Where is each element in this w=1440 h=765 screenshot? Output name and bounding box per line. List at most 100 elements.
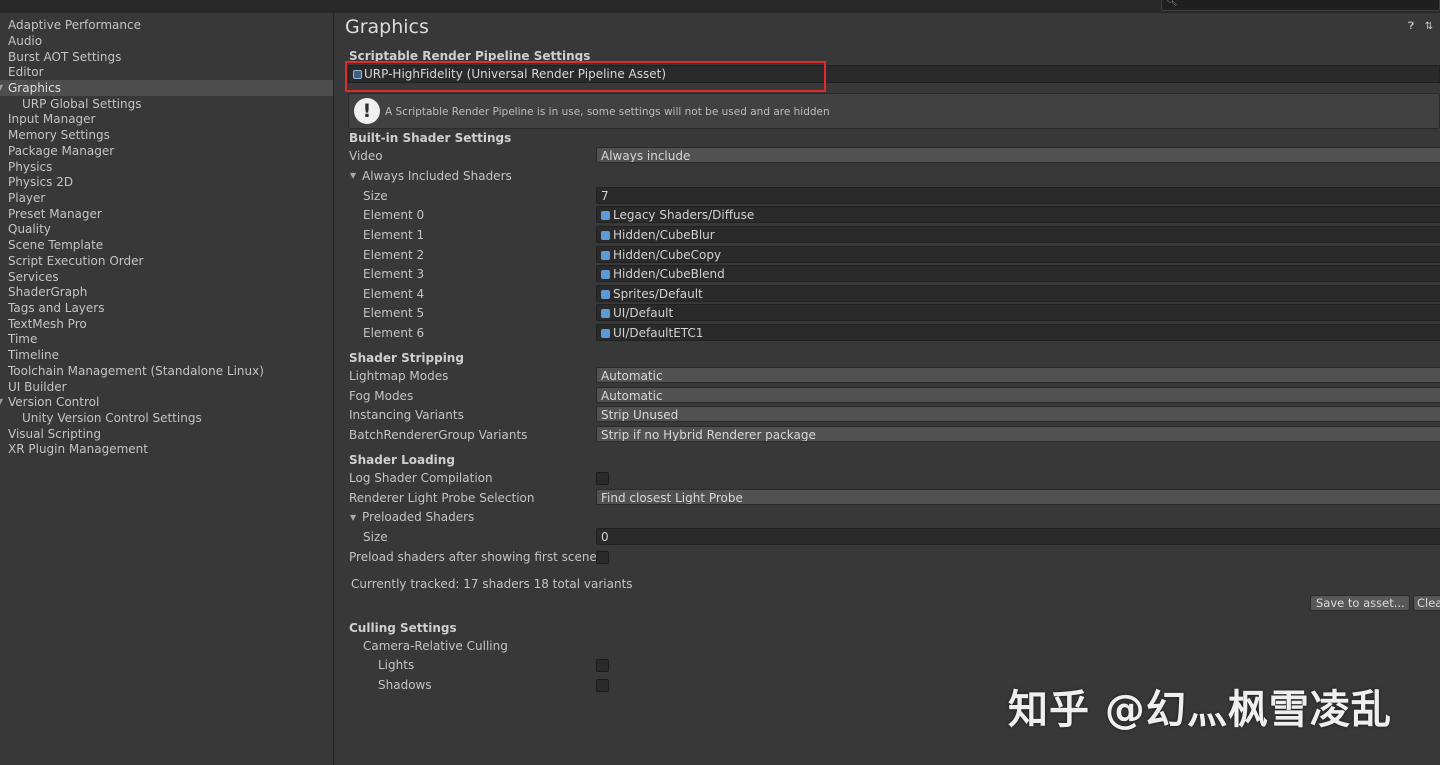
shader-name: UI/Default (613, 306, 674, 320)
preloaded-shaders-foldout[interactable]: Preloaded Shaders (362, 510, 474, 524)
shader-icon (601, 211, 610, 220)
log-shader-compilation-label: Log Shader Compilation (349, 471, 493, 485)
sidebar-item-player[interactable]: Player (0, 190, 333, 206)
sidebar-item-time[interactable]: Time (0, 331, 333, 347)
sidebar-item-unity-version-control-settings[interactable]: Unity Version Control Settings (0, 410, 333, 426)
always-included-size-input[interactable]: 7 (596, 187, 1440, 204)
search-icon: 🔍︎ (1166, 0, 1178, 7)
sidebar-item-shadergraph[interactable]: ShaderGraph (0, 284, 333, 300)
shader-object-field[interactable]: UI/Default (596, 304, 1440, 321)
sidebar-item-burst-aot-settings[interactable]: Burst AOT Settings (0, 49, 333, 65)
sidebar-item-timeline[interactable]: Timeline (0, 347, 333, 363)
shader-name: Hidden/CubeBlend (613, 267, 725, 281)
fog-modes-dropdown[interactable]: Automatic (596, 387, 1440, 403)
instancing-variants-label: Instancing Variants (349, 408, 464, 422)
log-shader-compilation-checkbox[interactable] (596, 472, 609, 485)
shader-object-field[interactable]: UI/DefaultETC1 (596, 324, 1440, 341)
sidebar-item-version-control[interactable]: ▼ Version Control (0, 394, 333, 410)
shader-object-field[interactable]: Hidden/CubeCopy (596, 246, 1440, 263)
lightmap-modes-label: Lightmap Modes (349, 369, 449, 383)
shader-object-field[interactable]: Legacy Shaders/Diffuse (596, 206, 1440, 223)
sidebar-item-urp-global-settings[interactable]: URP Global Settings (0, 96, 333, 112)
shader-object-field[interactable]: Hidden/CubeBlend (596, 265, 1440, 282)
sidebar-item-input-manager[interactable]: Input Manager (0, 111, 333, 127)
top-toolbar: 🔍︎ (0, 0, 1440, 13)
sidebar-item-package-manager[interactable]: Package Manager (0, 143, 333, 159)
lightmap-modes-dropdown[interactable]: Automatic (596, 367, 1440, 383)
shader-name: UI/DefaultETC1 (613, 326, 704, 340)
search-input[interactable]: 🔍︎ (1161, 0, 1440, 11)
culling-settings-heading: Culling Settings (349, 621, 457, 635)
shader-icon (601, 251, 610, 260)
always-included-size-label: Size (363, 189, 388, 203)
sidebar-item-preset-manager[interactable]: Preset Manager (0, 206, 333, 222)
graphics-settings-panel: Graphics ❓︎ ⇅ Scriptable Render Pipeline… (335, 13, 1440, 765)
shader-name: Legacy Shaders/Diffuse (613, 208, 755, 222)
sidebar-item-adaptive-performance[interactable]: Adaptive Performance (0, 17, 333, 33)
shader-loading-heading: Shader Loading (349, 453, 455, 467)
sidebar-item-ui-builder[interactable]: UI Builder (0, 379, 333, 395)
shader-icon (601, 309, 610, 318)
builtin-shader-heading: Built-in Shader Settings (349, 131, 512, 145)
light-probe-selection-label: Renderer Light Probe Selection (349, 491, 535, 505)
fog-modes-label: Fog Modes (349, 389, 414, 403)
lights-culling-checkbox[interactable] (596, 659, 609, 672)
preload-after-first-scene-label: Preload shaders after showing first scen… (349, 550, 597, 564)
camera-relative-culling-label: Camera-Relative Culling (363, 639, 508, 653)
watermark: 知乎 @幻灬枫雪凌乱 (1008, 687, 1392, 733)
sidebar-item-quality[interactable]: Quality (0, 221, 333, 237)
expand-caret-icon[interactable]: ▼ (0, 80, 3, 96)
shader-icon (601, 270, 610, 279)
light-probe-selection-dropdown[interactable]: Find closest Light Probe (596, 489, 1440, 505)
sidebar-item-visual-scripting[interactable]: Visual Scripting (0, 426, 333, 442)
sidebar-item-physics[interactable]: Physics (0, 159, 333, 175)
shadows-label: Shadows (378, 678, 432, 692)
sidebar-item-tags-and-layers[interactable]: Tags and Layers (0, 300, 333, 316)
shader-icon (601, 290, 610, 299)
element-label: Element 5 (363, 306, 425, 320)
foldout-arrow-icon[interactable]: ▼ (350, 171, 356, 180)
sidebar-item-physics-2d[interactable]: Physics 2D (0, 174, 333, 190)
sidebar-item-graphics[interactable]: ▼ Graphics (0, 80, 333, 96)
sidebar-item-toolchain-management[interactable]: Toolchain Management (Standalone Linux) (0, 363, 333, 379)
clear-button[interactable]: Clear (1413, 595, 1440, 611)
shader-name: Sprites/Default (613, 287, 703, 301)
help-icon[interactable]: ❓︎ (1405, 21, 1417, 33)
shader-object-field[interactable]: Hidden/CubeBlur (596, 226, 1440, 243)
preset-icon[interactable]: ⇅ (1423, 21, 1435, 33)
video-label: Video (349, 149, 383, 163)
shader-stripping-heading: Shader Stripping (349, 351, 464, 365)
sidebar-item-script-execution-order[interactable]: Script Execution Order (0, 253, 333, 269)
warning-icon: ! (354, 98, 380, 124)
batchrenderergroup-variants-label: BatchRendererGroup Variants (349, 428, 528, 442)
shader-name: Hidden/CubeCopy (613, 248, 722, 262)
srp-help-box: ! A Scriptable Render Pipeline is in use… (348, 93, 1440, 129)
expand-caret-icon[interactable]: ▼ (0, 394, 3, 410)
element-label: Element 6 (363, 326, 425, 340)
sidebar-item-memory-settings[interactable]: Memory Settings (0, 127, 333, 143)
preloaded-size-input[interactable]: 0 (596, 528, 1440, 545)
shader-icon (601, 329, 610, 338)
shader-icon (601, 231, 610, 240)
foldout-arrow-icon[interactable]: ▼ (350, 513, 356, 522)
always-included-shaders-foldout[interactable]: Always Included Shaders (362, 169, 512, 183)
batchrenderergroup-variants-dropdown[interactable]: Strip if no Hybrid Renderer package (596, 426, 1440, 442)
highlight-box (345, 61, 826, 92)
sidebar-item-audio[interactable]: Audio (0, 33, 333, 49)
sidebar-item-textmesh-pro[interactable]: TextMesh Pro (0, 316, 333, 332)
preload-after-first-scene-checkbox[interactable] (596, 551, 609, 564)
save-to-asset-button[interactable]: Save to asset... (1310, 595, 1410, 611)
element-label: Element 0 (363, 208, 425, 222)
sidebar-item-services[interactable]: Services (0, 269, 333, 285)
sidebar-item-scene-template[interactable]: Scene Template (0, 237, 333, 253)
element-label: Element 1 (363, 228, 425, 242)
srp-help-text: A Scriptable Render Pipeline is in use, … (385, 106, 830, 118)
video-dropdown[interactable]: Always include (596, 147, 1440, 163)
element-label: Element 3 (363, 267, 425, 281)
sidebar-item-editor[interactable]: Editor (0, 64, 333, 80)
sidebar-item-xr-plugin-management[interactable]: XR Plugin Management (0, 441, 333, 457)
shader-object-field[interactable]: Sprites/Default (596, 285, 1440, 302)
instancing-variants-dropdown[interactable]: Strip Unused (596, 406, 1440, 422)
shadows-culling-checkbox[interactable] (596, 679, 609, 692)
element-label: Element 4 (363, 287, 425, 301)
